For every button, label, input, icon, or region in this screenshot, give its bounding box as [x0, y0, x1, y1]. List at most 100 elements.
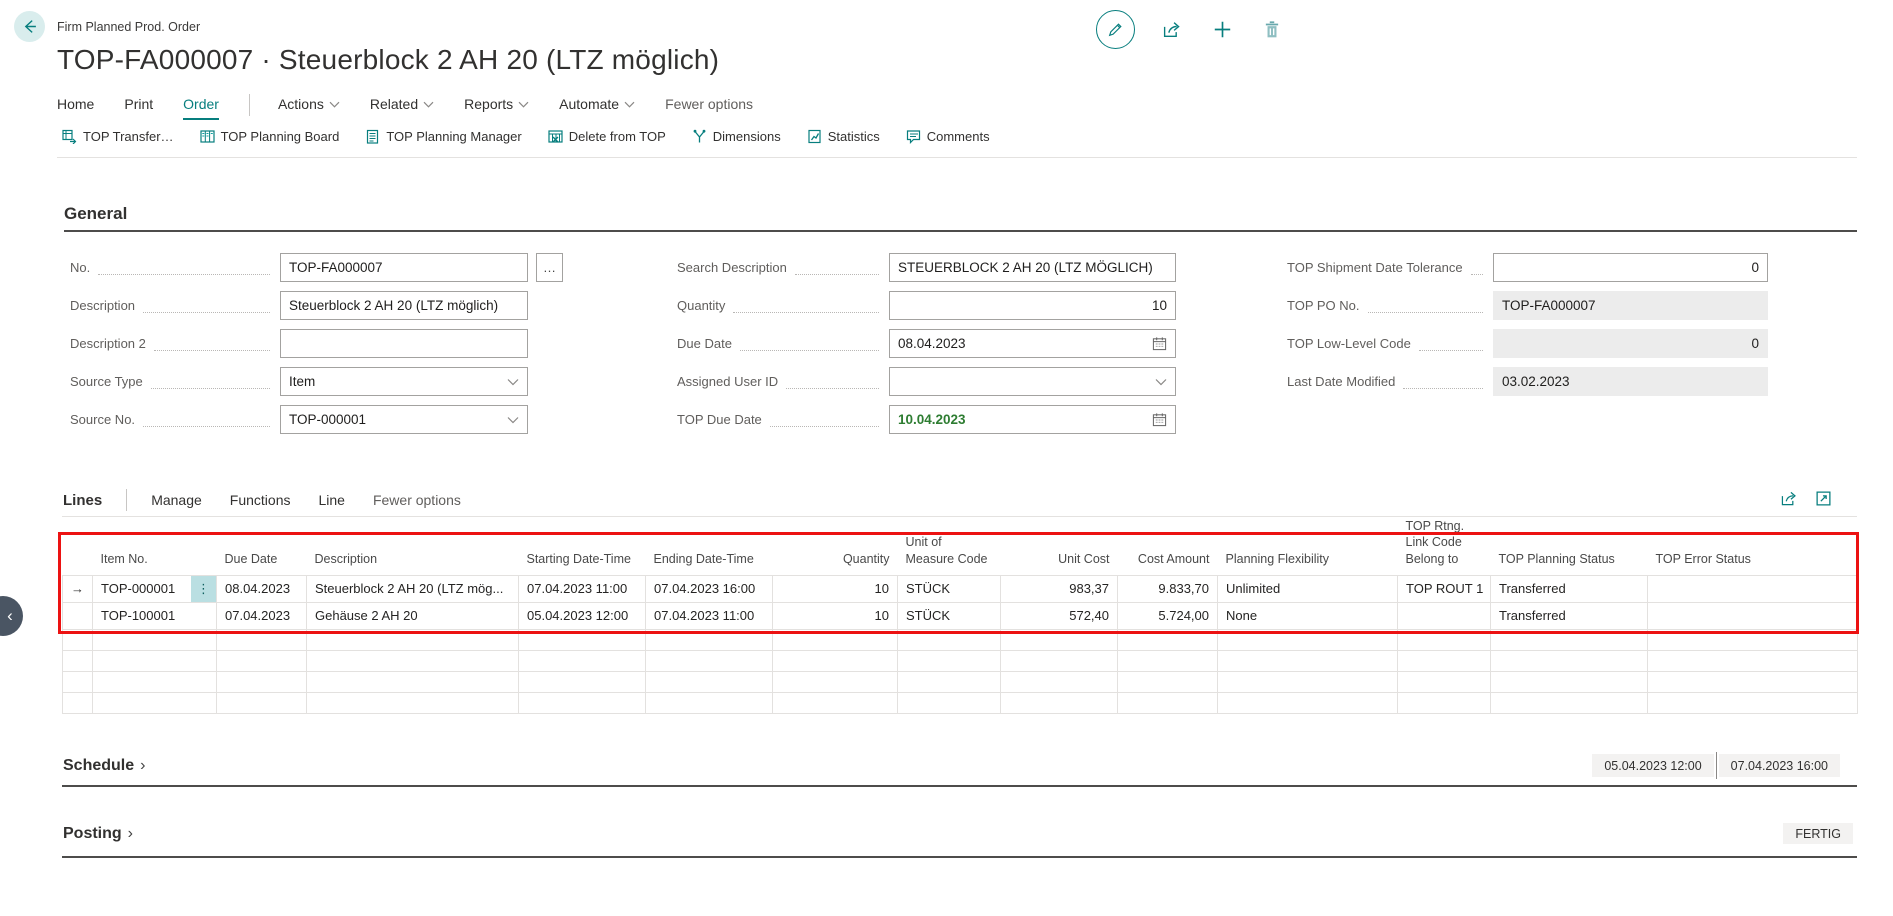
col-item-no[interactable]: Item No. — [93, 518, 217, 575]
menu-related[interactable]: Related — [370, 94, 434, 118]
col-top-planning-status[interactable]: TOP Planning Status — [1491, 518, 1648, 575]
cell-top-error-status[interactable] — [1648, 575, 1858, 602]
posting-status-badge: FERTIG — [1783, 823, 1853, 844]
cell-item-no[interactable]: TOP-100001 — [93, 602, 217, 629]
lines-menu-line[interactable]: Line — [318, 492, 344, 508]
menu-actions[interactable]: Actions — [278, 94, 340, 118]
lines-menu-manage[interactable]: Manage — [151, 492, 202, 508]
dotted-leader — [795, 260, 879, 275]
cell-planning-flexibility[interactable]: Unlimited — [1218, 575, 1398, 602]
top-due-date-field[interactable]: 10.04.2023 — [889, 405, 1176, 434]
chevron-down-icon — [518, 101, 529, 108]
cell-due-date[interactable]: 07.04.2023 — [217, 602, 307, 629]
cell-top-rtng-link[interactable]: TOP ROUT 1 — [1398, 575, 1491, 602]
action-comments[interactable]: Comments — [906, 129, 990, 144]
col-due-date[interactable]: Due Date — [217, 518, 307, 575]
delete-button[interactable] — [1259, 17, 1285, 43]
lines-heading[interactable]: Lines — [63, 492, 102, 509]
source-type-select[interactable]: Item — [280, 367, 528, 396]
assigned-user-select[interactable] — [889, 367, 1176, 396]
description-field[interactable]: Steuerblock 2 AH 20 (LTZ möglich) — [280, 291, 528, 320]
source-type-label: Source Type — [70, 374, 143, 389]
cell-ending-datetime[interactable]: 07.04.2023 16:00 — [646, 575, 773, 602]
dotted-leader — [770, 412, 879, 427]
col-unit-cost[interactable]: Unit Cost — [1001, 518, 1118, 575]
cell-due-date[interactable]: 08.04.2023 — [217, 575, 307, 602]
due-date-label: Due Date — [677, 336, 732, 351]
cell-description[interactable]: Gehäuse 2 AH 20 — [307, 602, 519, 629]
description2-field[interactable] — [280, 329, 528, 358]
lines-menu-functions[interactable]: Functions — [230, 492, 291, 508]
cell-planning-flexibility[interactable]: None — [1218, 602, 1398, 629]
comments-bubble-icon — [906, 129, 921, 144]
new-button[interactable] — [1209, 17, 1235, 43]
col-top-rtng-link[interactable]: TOP Rtng. Link Code Belong to — [1398, 518, 1491, 575]
cell-item-no[interactable]: TOP-000001 ⋮ — [93, 575, 217, 602]
cell-top-error-status[interactable] — [1648, 602, 1858, 629]
cell-starting-datetime[interactable]: 05.04.2023 12:00 — [519, 602, 646, 629]
lines-expand-icon[interactable] — [1815, 490, 1832, 507]
cell-unit-cost[interactable]: 572,40 — [1001, 602, 1118, 629]
panel-toggle-button[interactable]: ‹ — [0, 596, 23, 636]
menu-home[interactable]: Home — [57, 94, 94, 118]
source-no-select[interactable]: TOP-000001 — [280, 405, 528, 434]
chevron-right-icon: › — [140, 757, 145, 775]
cell-quantity[interactable]: 10 — [773, 575, 898, 602]
no-assist-edit-button[interactable]: … — [536, 253, 563, 282]
lines-menu-fewer-options[interactable]: Fewer options — [373, 492, 461, 508]
cell-ending-datetime[interactable]: 07.04.2023 11:00 — [646, 602, 773, 629]
menu-automate[interactable]: Automate — [559, 94, 635, 118]
cell-top-planning-status[interactable]: Transferred — [1491, 575, 1648, 602]
cell-uom-code[interactable]: STÜCK — [898, 575, 1001, 602]
due-date-field[interactable]: 08.04.2023 — [889, 329, 1176, 358]
assigned-user-label: Assigned User ID — [677, 374, 778, 389]
cell-cost-amount[interactable]: 9.833,70 — [1118, 575, 1218, 602]
col-description[interactable]: Description — [307, 518, 519, 575]
action-statistics[interactable]: Statistics — [807, 129, 880, 144]
dotted-leader — [143, 298, 270, 313]
row-menu-icon[interactable]: ⋮ — [191, 576, 216, 602]
top-low-level-code-label: TOP Low-Level Code — [1287, 336, 1411, 351]
col-ending-datetime[interactable]: Ending Date-Time — [646, 518, 773, 575]
posting-section-heading[interactable]: Posting › — [63, 825, 133, 843]
action-top-transfer[interactable]: TOP Transfer… — [62, 129, 174, 144]
edit-button[interactable] — [1096, 10, 1135, 49]
cell-quantity[interactable]: 10 — [773, 602, 898, 629]
action-top-planning-manager[interactable]: TOP Planning Manager — [365, 129, 521, 144]
cell-top-planning-status[interactable]: Transferred — [1491, 602, 1648, 629]
menu-fewer-options[interactable]: Fewer options — [665, 94, 753, 118]
menu-order[interactable]: Order — [183, 94, 219, 120]
cell-top-rtng-link[interactable] — [1398, 602, 1491, 629]
col-starting-datetime[interactable]: Starting Date-Time — [519, 518, 646, 575]
cell-uom-code[interactable]: STÜCK — [898, 602, 1001, 629]
search-description-field[interactable]: STEUERBLOCK 2 AH 20 (LTZ MÖGLICH) — [889, 253, 1176, 282]
col-top-error-status[interactable]: TOP Error Status — [1648, 518, 1858, 575]
col-cost-amount[interactable]: Cost Amount — [1118, 518, 1218, 575]
dotted-leader — [733, 298, 879, 313]
action-top-planning-board[interactable]: TOP Planning Board — [200, 129, 340, 144]
action-delete-from-top[interactable]: Delete from TOP — [548, 129, 666, 144]
calendar-icon[interactable] — [1152, 336, 1167, 351]
quantity-field[interactable]: 10 — [889, 291, 1176, 320]
share-button[interactable] — [1159, 17, 1185, 43]
col-planning-flexibility[interactable]: Planning Flexibility — [1218, 518, 1398, 575]
menu-print[interactable]: Print — [124, 94, 153, 118]
last-date-modified-field: 03.02.2023 — [1493, 367, 1768, 396]
no-field[interactable]: TOP-FA000007 — [280, 253, 528, 282]
action-dimensions[interactable]: Dimensions — [692, 129, 781, 144]
cell-unit-cost[interactable]: 983,37 — [1001, 575, 1118, 602]
col-quantity[interactable]: Quantity — [773, 518, 898, 575]
cell-starting-datetime[interactable]: 07.04.2023 11:00 — [519, 575, 646, 602]
general-section-heading[interactable]: General — [64, 204, 127, 224]
top-shipment-tolerance-field[interactable]: 0 — [1493, 253, 1768, 282]
cell-description[interactable]: Steuerblock 2 AH 20 (LTZ mög... — [307, 575, 519, 602]
col-uom-code[interactable]: Unit of Measure Code — [898, 518, 1001, 575]
statistics-chart-icon — [807, 129, 822, 144]
lines-share-icon[interactable] — [1780, 490, 1799, 507]
menu-reports[interactable]: Reports — [464, 94, 529, 118]
table-header-row: Item No. Due Date Description Starting D… — [63, 518, 1858, 575]
calendar-icon[interactable] — [1152, 412, 1167, 427]
schedule-section-heading[interactable]: Schedule › — [63, 757, 145, 775]
back-button[interactable] — [14, 11, 45, 42]
cell-cost-amount[interactable]: 5.724,00 — [1118, 602, 1218, 629]
